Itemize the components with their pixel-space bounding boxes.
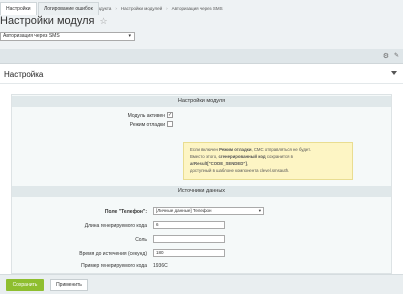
salt-input[interactable] — [153, 235, 225, 243]
module-select-value: Авторизация через SMS — [3, 33, 60, 39]
settings-box: Настройки модуля Модуль активен ✓ Режим … — [11, 94, 392, 274]
star-icon[interactable]: ☆ — [99, 16, 107, 27]
note-text: Если включен — [190, 147, 220, 152]
note-text: доступный в шаблоне компонента clevel.sm… — [190, 168, 290, 173]
note-text: , СМС отправляться не будет. — [251, 147, 311, 152]
note-bold: arResult["CODE_SENDED"] — [190, 161, 247, 166]
module-select[interactable]: Авторизация через SMS ▾ — [0, 32, 135, 41]
tabs-bar — [0, 49, 403, 64]
tab-error-log[interactable]: Логирование ошибок — [38, 2, 99, 15]
note-text: Вместо этого, — [190, 154, 219, 159]
code-length-input[interactable]: 6 — [153, 221, 225, 229]
debug-label: Режим отладки — [129, 122, 165, 128]
tab-settings[interactable]: Настройки — [0, 2, 37, 15]
expire-input[interactable]: 180 — [153, 249, 225, 257]
phone-field-label: Поле "Телефон": — [104, 209, 147, 215]
code-length-label: Длина генерируемого кода — [84, 223, 147, 229]
debug-checkbox[interactable] — [167, 121, 173, 127]
breadcrumb-item[interactable]: Авторизация через SMS — [172, 6, 223, 11]
phone-field-select[interactable]: [Личные данные] Телефон ▾ — [153, 207, 264, 215]
footer-bar: Сохранить Применить — [0, 274, 403, 294]
note-text: сохранится в — [265, 154, 293, 159]
debug-note: Если включен Режим отладки, СМС отправля… — [183, 142, 353, 180]
panel-title: Настройка — [4, 70, 44, 79]
code-example-value: 1936C — [153, 263, 168, 269]
phone-field-value: [Личные данные] Телефон — [156, 208, 212, 213]
active-label: Модуль активен — [127, 113, 165, 119]
collapse-icon[interactable] — [391, 71, 397, 75]
panel-header: Настройка — [0, 64, 403, 84]
note-bold: сгенерированный код — [218, 154, 266, 159]
save-button[interactable]: Сохранить — [6, 279, 44, 291]
apply-button[interactable]: Применить — [50, 279, 88, 291]
active-checkbox[interactable]: ✓ — [167, 112, 173, 118]
settings-panel: Настройка Настройки модуля Модуль активе… — [0, 64, 403, 274]
gear-icon[interactable]: ⚙ — [383, 52, 389, 60]
salt-label: Соль — [135, 237, 147, 243]
note-bold: Режим отладки — [219, 147, 252, 152]
page-title: Настройки модуля — [0, 15, 95, 27]
code-example-label: Пример генерируемого кода — [81, 263, 147, 269]
page-title-wrap: Настройки модуля ☆ — [0, 15, 108, 27]
section-module-settings: Настройки модуля — [12, 96, 391, 107]
expire-label: Время до истечения (секунд) — [79, 251, 147, 257]
chevron-down-icon: ▾ — [128, 33, 131, 39]
section-data-sources: Источники данных — [12, 186, 391, 197]
pin-icon[interactable]: ✎ — [394, 52, 399, 59]
breadcrumb-item[interactable]: Настройки модулей — [121, 6, 162, 11]
chevron-down-icon: ▾ — [258, 208, 261, 213]
note-text: , — [246, 161, 249, 166]
